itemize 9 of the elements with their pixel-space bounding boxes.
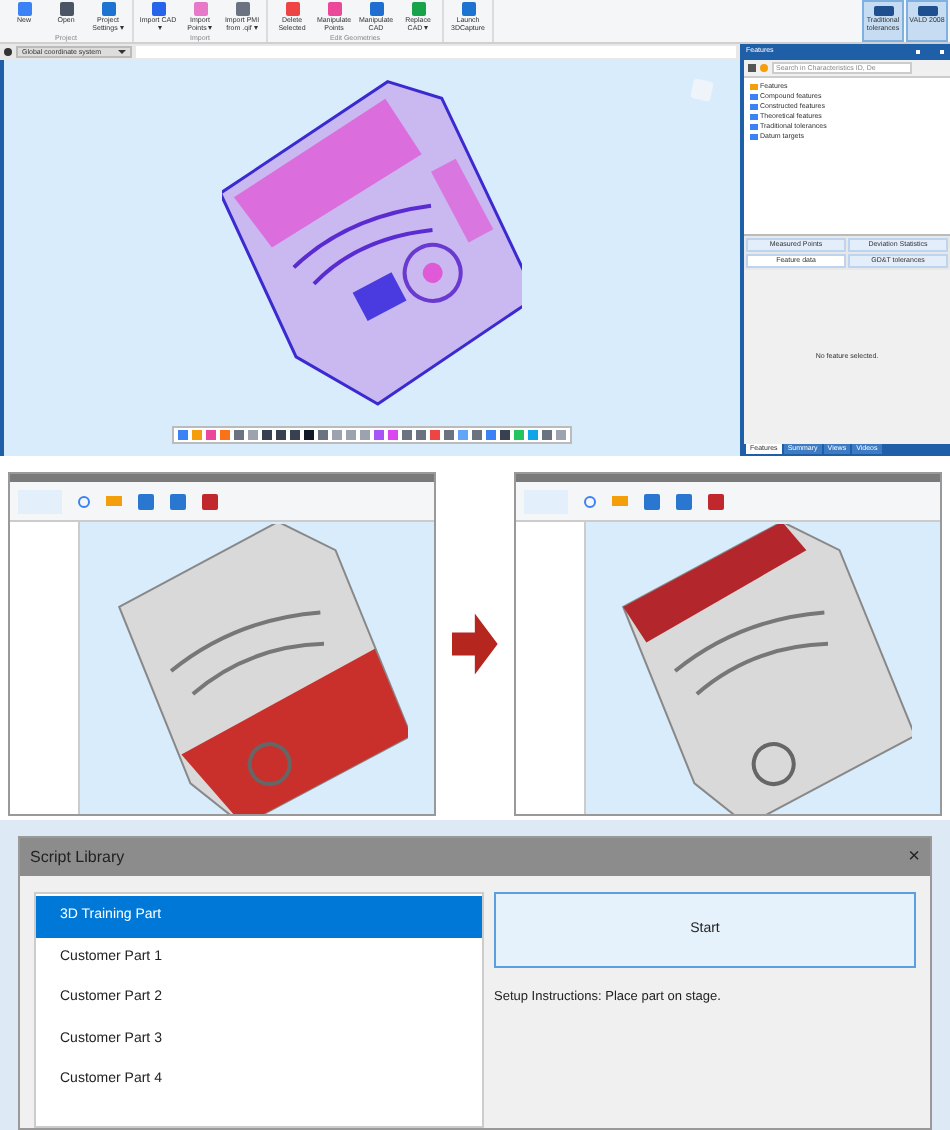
- caret-icon: [208, 26, 213, 31]
- close-button[interactable]: ×: [908, 847, 920, 867]
- caret-icon: [119, 26, 124, 31]
- caret-icon: [424, 26, 429, 31]
- caret-icon: [253, 26, 258, 31]
- right-arrow-icon: [452, 612, 498, 676]
- gear-icon[interactable]: [4, 48, 12, 56]
- caret-icon: [157, 26, 161, 31]
- dialog-title-bar: Script Library ×: [20, 838, 930, 876]
